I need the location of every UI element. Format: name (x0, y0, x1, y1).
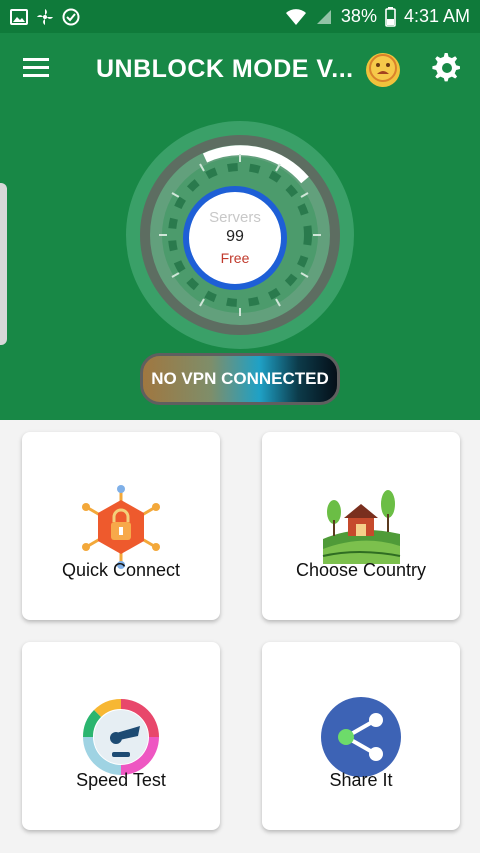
farm-house-icon (318, 484, 404, 570)
speedometer-icon (78, 694, 164, 780)
status-right: 38% 4:31 AM (285, 6, 470, 27)
actions-panel: Quick Connect Choose Country Speed Test … (0, 420, 480, 853)
emoji-button[interactable] (366, 53, 400, 87)
speed-test-card[interactable]: Speed Test (22, 642, 220, 830)
status-left (10, 8, 80, 26)
gauge-label: Servers (209, 208, 261, 226)
server-gauge: Servers 99 Free (125, 120, 355, 350)
share-it-label: Share It (329, 770, 393, 790)
check-circle-icon (62, 8, 80, 26)
battery-icon (385, 6, 396, 27)
app-title: UNBLOCK MODE V... (96, 55, 354, 83)
app-header: UNBLOCK MODE V... (0, 33, 480, 108)
share-icon (318, 694, 404, 780)
quick-connect-label: Quick Connect (61, 560, 181, 580)
image-icon (10, 8, 28, 25)
server-count: 99 (226, 227, 244, 245)
server-status: Free (220, 249, 250, 266)
wifi-icon (285, 8, 307, 26)
settings-icon (432, 52, 462, 87)
quick-connect-card[interactable]: Quick Connect (22, 432, 220, 620)
hexagon-lock-icon (78, 484, 164, 570)
fan-icon (36, 8, 54, 26)
emoji-icon (368, 53, 398, 88)
battery-percent: 38% (340, 6, 377, 26)
side-drawer-tab[interactable] (0, 183, 7, 345)
share-it-card[interactable]: Share It (262, 642, 460, 830)
signal-icon (315, 8, 333, 26)
menu-icon (22, 58, 50, 85)
speed-test-label: Speed Test (76, 770, 166, 790)
clock-time: 4:31 AM (403, 6, 470, 26)
gauge-center: Servers 99 Free (183, 186, 287, 290)
choose-country-label: Choose Country (295, 560, 427, 580)
choose-country-card[interactable]: Choose Country (262, 432, 460, 620)
vpn-status-button[interactable]: NO VPN CONNECTED (140, 353, 340, 405)
settings-button[interactable] (432, 52, 464, 87)
status-bar: 38% 4:31 AM (0, 0, 480, 33)
menu-button[interactable] (22, 53, 54, 85)
